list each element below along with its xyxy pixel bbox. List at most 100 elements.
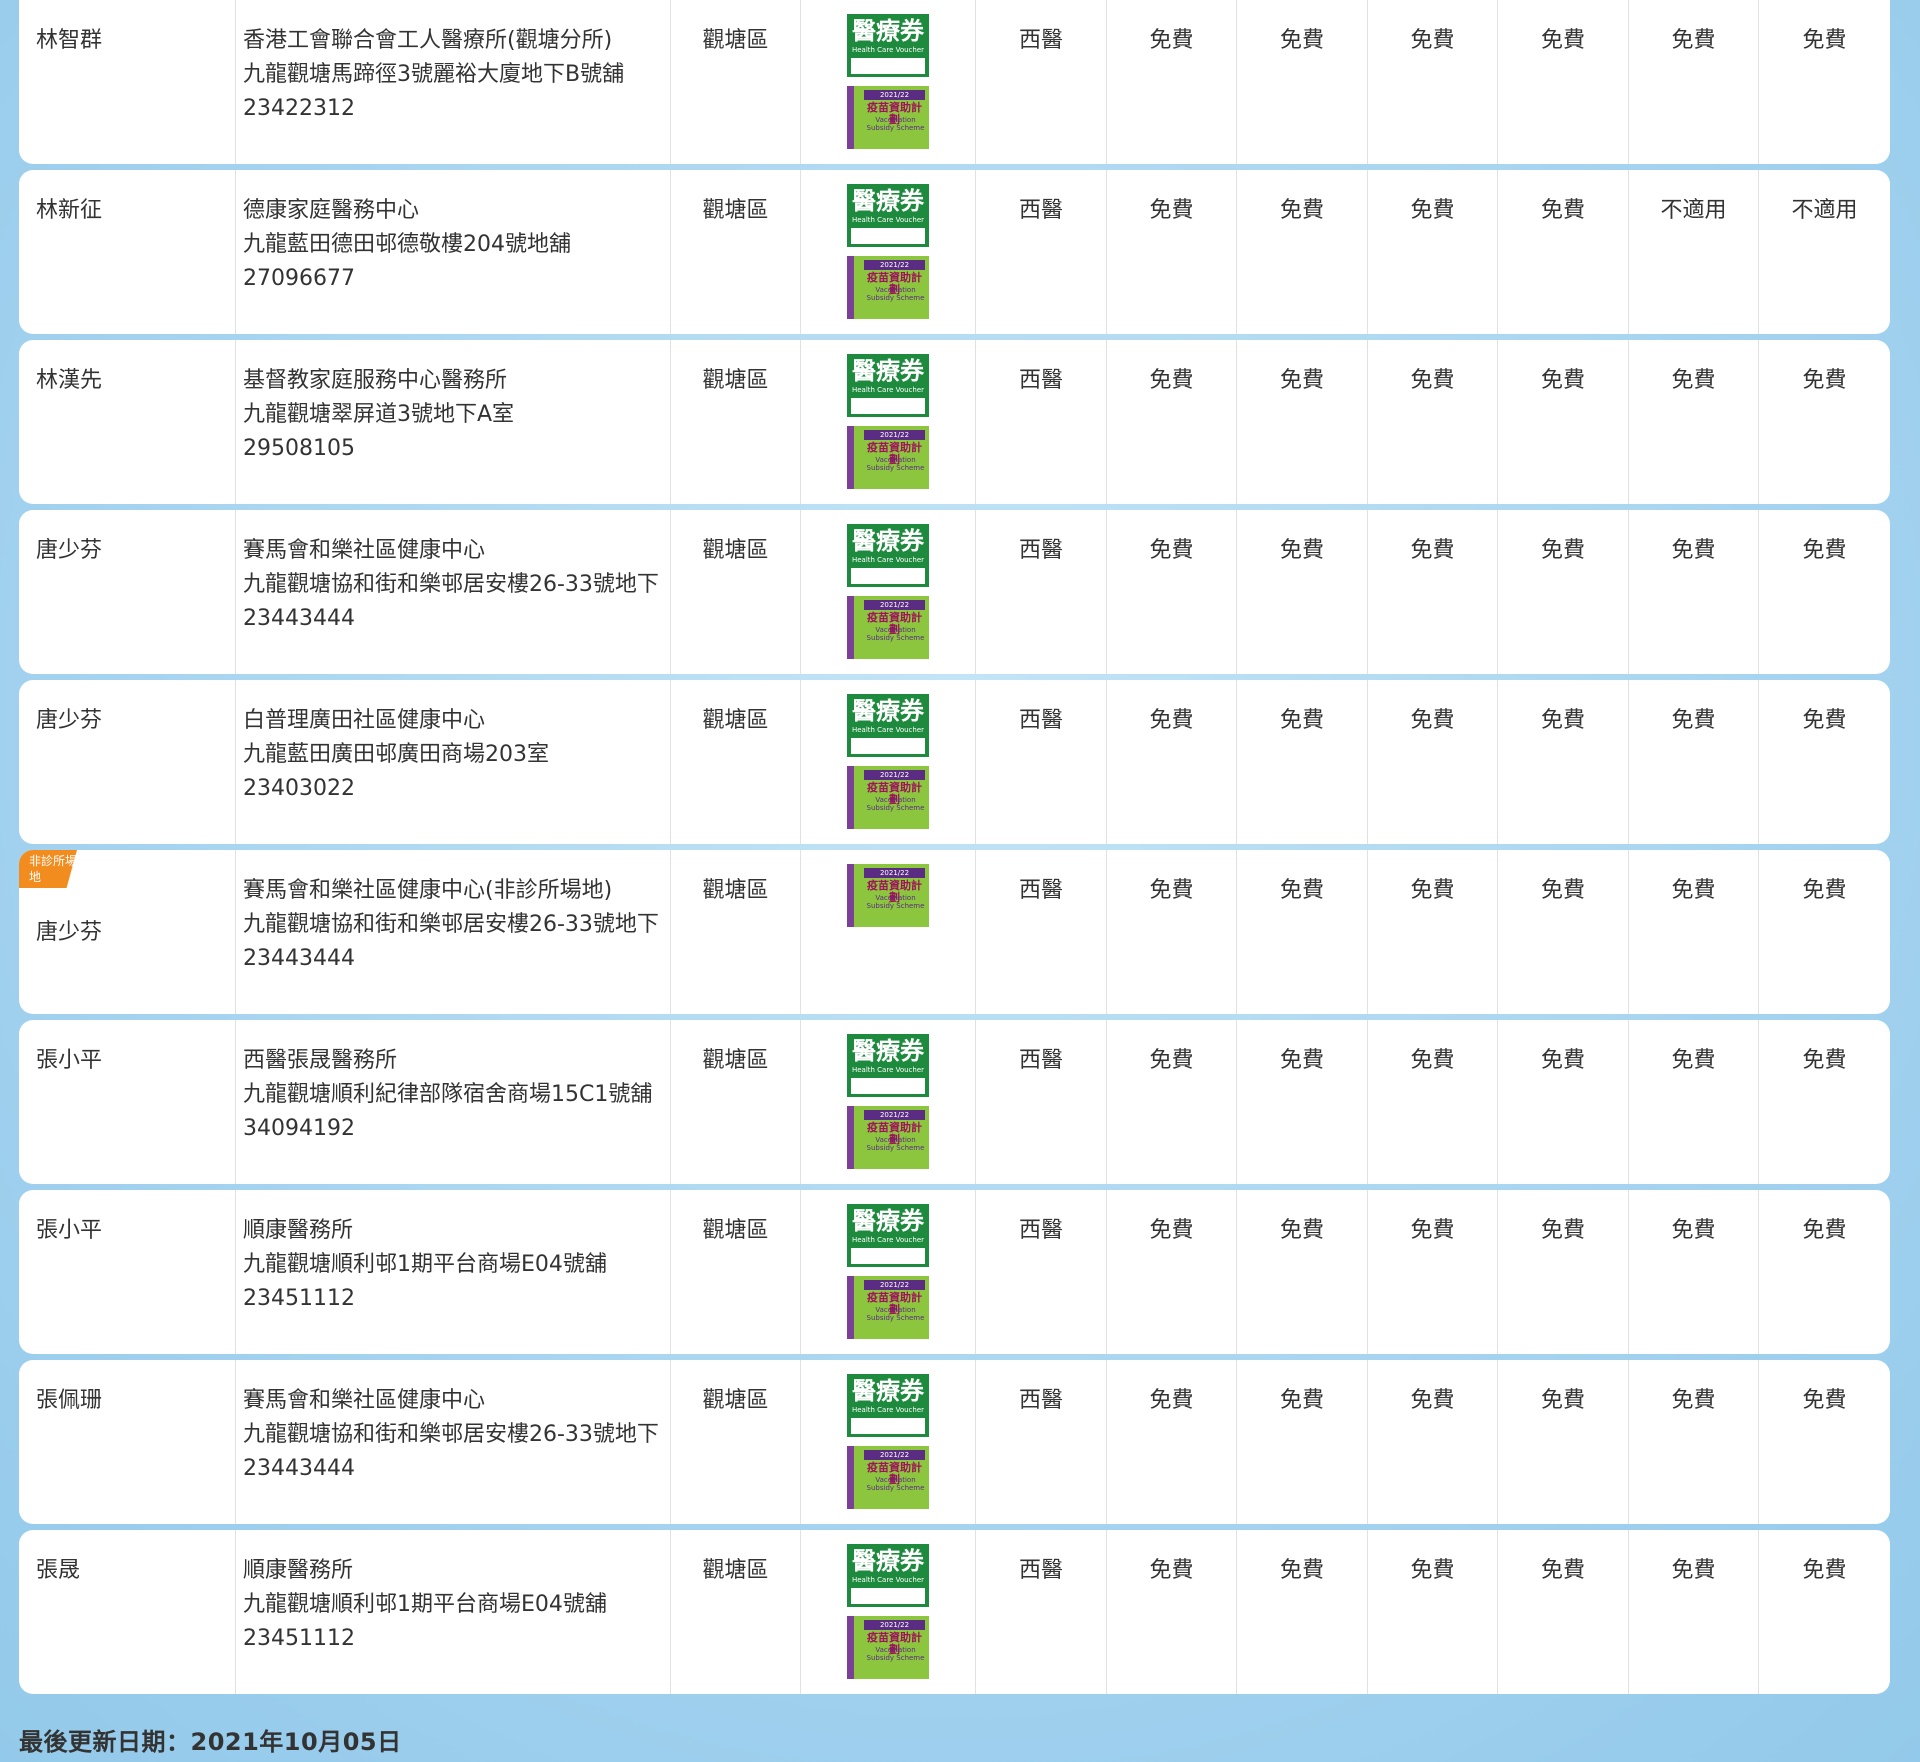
scheme-icons: 醫療券 Health Care Voucher 2021/22 疫苗資助計劃 Vacc…	[801, 170, 976, 334]
district: 觀塘區	[671, 850, 801, 1014]
clinic-info: 德康家庭醫務中心 九龍藍田德田邨德敬樓204號地舖 27096677	[236, 170, 671, 334]
health-care-voucher-icon: 醫療券 Health Care Voucher	[847, 524, 929, 587]
clinic-address: 九龍觀塘協和街和樂邨居安樓26-33號地下	[243, 572, 659, 597]
district: 觀塘區	[671, 1360, 801, 1524]
fee-cell: 免費	[1802, 368, 1847, 393]
clinic-info: 基督教家庭服務中心醫務所 九龍觀塘翠屏道3號地下A室 29508105	[236, 340, 671, 504]
vaccination-subsidy-icon: 2021/22 疫苗資助計劃 Vaccination Subsidy Scheme	[847, 766, 929, 829]
clinic-name: 賽馬會和樂社區健康中心(非診所場地)	[243, 878, 613, 903]
clinic-info: 賽馬會和樂社區健康中心 九龍觀塘協和街和樂邨居安樓26-33號地下 234434…	[236, 510, 671, 674]
clinic-name: 白普理廣田社區健康中心	[243, 708, 486, 733]
doctor-name: 張晟	[19, 1530, 236, 1694]
clinic-name: 香港工會聯合會工人醫療所(觀塘分所)	[243, 28, 613, 53]
table-row: 唐少芬 賽馬會和樂社區健康中心 九龍觀塘協和街和樂邨居安樓26-33號地下 23…	[19, 510, 1890, 674]
fee-cell: 免費	[1368, 0, 1498, 164]
fee-cell: 不適用	[1629, 170, 1759, 334]
table-row: 唐少芬 白普理廣田社區健康中心 九龍藍田廣田邨廣田商場203室 23403022…	[19, 680, 1890, 844]
fee-cell: 免費	[1498, 170, 1629, 334]
last-updated-date: 最後更新日期：2021年10月05日	[19, 1728, 402, 1756]
doctor-name: 張小平	[19, 1190, 236, 1354]
table-row: 林智群 香港工會聯合會工人醫療所(觀塘分所) 九龍觀塘馬蹄徑3號麗裕大廈地下B號…	[19, 0, 1890, 164]
health-care-voucher-icon: 醫療券 Health Care Voucher	[847, 1034, 929, 1097]
practice-type: 西醫	[976, 340, 1107, 504]
fee-cell: 免費	[1237, 1020, 1368, 1184]
fee-cell: 免費	[1107, 510, 1237, 674]
practice-type: 西醫	[976, 1360, 1107, 1524]
doctor-name: 張佩珊	[19, 1360, 236, 1524]
doctor-name: 林智群	[19, 0, 236, 164]
fee-cell: 免費	[1498, 680, 1629, 844]
fee-cell: 免費	[1237, 1530, 1368, 1694]
health-care-voucher-icon: 醫療券 Health Care Voucher	[847, 14, 929, 77]
clinic-phone: 23443444	[243, 1456, 355, 1481]
practice-type: 西醫	[976, 1190, 1107, 1354]
fee-cell: 免費	[1237, 170, 1368, 334]
fee-cell: 免費	[1802, 1558, 1847, 1583]
vaccination-subsidy-icon: 2021/22 疫苗資助計劃 Vaccination Subsidy Scheme	[847, 1106, 929, 1169]
fee-cell: 免費	[1802, 28, 1847, 53]
clinic-address: 九龍觀塘翠屏道3號地下A室	[243, 402, 515, 427]
health-care-voucher-icon: 醫療券 Health Care Voucher	[847, 1544, 929, 1607]
table-row: 張小平 西醫張晟醫務所 九龍觀塘順利紀律部隊宿舍商場15C1號舖 3409419…	[19, 1020, 1890, 1184]
clinic-phone: 29508105	[243, 436, 355, 461]
health-care-voucher-icon: 醫療券 Health Care Voucher	[847, 354, 929, 417]
doctor-name: 林新征	[19, 170, 236, 334]
fee-cell: 免費	[1802, 1048, 1847, 1073]
fee-cell: 免費	[1107, 0, 1237, 164]
fee-cell: 免費	[1237, 510, 1368, 674]
health-care-voucher-icon: 醫療券 Health Care Voucher	[847, 1374, 929, 1437]
table-row: 張小平 順康醫務所 九龍觀塘順利邨1期平台商場E04號舖 23451112 觀塘…	[19, 1190, 1890, 1354]
practice-type: 西醫	[976, 170, 1107, 334]
fee-cell: 免費	[1498, 510, 1629, 674]
fee-cell: 免費	[1802, 1388, 1847, 1413]
doctor-name: 唐少芬	[19, 510, 236, 674]
scheme-icons: 醫療券 Health Care Voucher 2021/22 疫苗資助計劃 Vacc…	[801, 1190, 976, 1354]
clinic-address: 九龍觀塘順利邨1期平台商場E04號舖	[243, 1592, 607, 1617]
fee-cell: 免費	[1629, 340, 1759, 504]
clinic-name: 賽馬會和樂社區健康中心	[243, 1388, 486, 1413]
clinic-table: 林智群 香港工會聯合會工人醫療所(觀塘分所) 九龍觀塘馬蹄徑3號麗裕大廈地下B號…	[19, 0, 1890, 1700]
clinic-address: 九龍藍田廣田邨廣田商場203室	[243, 742, 549, 767]
practice-type: 西醫	[976, 1020, 1107, 1184]
district: 觀塘區	[671, 0, 801, 164]
district: 觀塘區	[671, 680, 801, 844]
fee-cell: 免費	[1368, 510, 1498, 674]
fee-cell: 免費	[1629, 1530, 1759, 1694]
clinic-name: 基督教家庭服務中心醫務所	[243, 368, 508, 393]
fee-cell: 免費	[1107, 170, 1237, 334]
clinic-address: 九龍觀塘馬蹄徑3號麗裕大廈地下B號舖	[243, 62, 625, 87]
fee-cell: 免費	[1237, 1360, 1368, 1524]
scheme-icons: 醫療券 Health Care Voucher 2021/22 疫苗資助計劃 Vacc…	[801, 510, 976, 674]
scheme-icons: 醫療券 Health Care Voucher 2021/22 疫苗資助計劃 Vacc…	[801, 1020, 976, 1184]
fee-cell: 免費	[1237, 680, 1368, 844]
district: 觀塘區	[671, 1530, 801, 1694]
fee-cell: 免費	[1368, 1020, 1498, 1184]
fee-cell: 免費	[1107, 1190, 1237, 1354]
fee-cell: 免費	[1368, 340, 1498, 504]
scheme-icons: 醫療券 Health Care Voucher 2021/22 疫苗資助計劃 Vacc…	[801, 340, 976, 504]
fee-cell: 免費	[1498, 1360, 1629, 1524]
clinic-name: 德康家庭醫務中心	[243, 198, 420, 223]
fee-cell: 免費	[1629, 680, 1759, 844]
practice-type: 西醫	[976, 850, 1107, 1014]
doctor-cell: 非診所場地 唐少芬	[19, 850, 236, 1014]
fee-cell: 免費	[1107, 1020, 1237, 1184]
non-clinic-venue-badge: 非診所場地	[19, 850, 77, 888]
fee-cell: 免費	[1368, 170, 1498, 334]
practice-type: 西醫	[976, 0, 1107, 164]
fee-cell: 免費	[1237, 340, 1368, 504]
practice-type: 西醫	[976, 510, 1107, 674]
table-row: 林漢先 基督教家庭服務中心醫務所 九龍觀塘翠屏道3號地下A室 29508105 …	[19, 340, 1890, 504]
vaccination-subsidy-icon: 2021/22 疫苗資助計劃 Vaccination Subsidy Scheme	[847, 1276, 929, 1339]
clinic-info: 順康醫務所 九龍觀塘順利邨1期平台商場E04號舖 23451112	[236, 1190, 671, 1354]
fee-cell: 免費	[1629, 850, 1759, 1014]
fee-cell: 免費	[1802, 1218, 1847, 1243]
fee-cell: 免費	[1802, 708, 1847, 733]
vaccination-subsidy-icon: 2021/22 疫苗資助計劃 Vaccination Subsidy Scheme	[847, 426, 929, 489]
fee-cell: 免費	[1629, 0, 1759, 164]
fee-cell: 免費	[1498, 1190, 1629, 1354]
fee-cell: 免費	[1107, 680, 1237, 844]
doctor-name: 林漢先	[19, 340, 236, 504]
district: 觀塘區	[671, 1190, 801, 1354]
fee-cell: 免費	[1237, 850, 1368, 1014]
